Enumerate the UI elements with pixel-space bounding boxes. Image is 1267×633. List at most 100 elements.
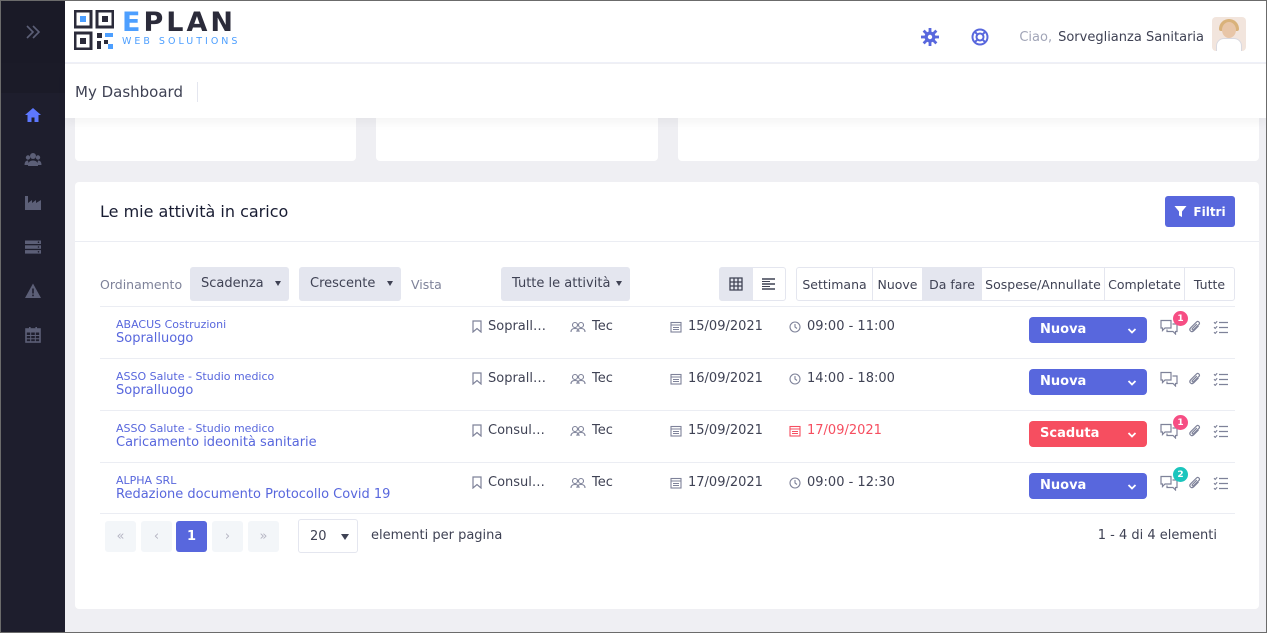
- activity-row[interactable]: ASSO Salute - Studio medico Caricamento i…: [100, 410, 1235, 462]
- activity-assignee-label: Tec: [592, 371, 613, 386]
- grid-view-button[interactable]: [720, 268, 753, 300]
- bookmark-icon: [472, 372, 482, 385]
- checklist-button[interactable]: [1211, 371, 1231, 391]
- first-page-button[interactable]: «: [105, 521, 136, 552]
- logo-wordmark: EPLAN: [122, 7, 236, 38]
- activity-date-label: 17/09/2021: [688, 475, 763, 490]
- sort-label: Ordinamento: [100, 277, 183, 292]
- messages-button[interactable]: 1: [1159, 415, 1188, 443]
- checklist-button[interactable]: [1211, 475, 1231, 495]
- sidebar-toggle-button[interactable]: [1, 1, 65, 63]
- attachments-button[interactable]: [1185, 423, 1205, 443]
- checklist-button[interactable]: [1211, 423, 1231, 443]
- current-page-button[interactable]: 1: [176, 521, 207, 552]
- status-filter-settimana[interactable]: Settimana: [797, 268, 873, 300]
- subheader: My Dashboard: [65, 64, 1266, 118]
- sidebar-item-alerts[interactable]: [1, 269, 65, 313]
- sidebar-item-industry[interactable]: [1, 181, 65, 225]
- activity-title[interactable]: Sopralluogo: [116, 331, 193, 346]
- status-filter-sospese-annullate[interactable]: Sospese/Annullate: [982, 268, 1105, 300]
- server-icon: [25, 240, 41, 254]
- activity-title[interactable]: Caricamento ideonità sanitarie: [116, 435, 317, 450]
- status-label: Scaduta: [1040, 426, 1100, 441]
- status-label: Nuova: [1040, 374, 1087, 389]
- activity-client[interactable]: ASSO Salute - Studio medico: [116, 422, 274, 435]
- checklist-icon: [1213, 424, 1229, 442]
- filter-button[interactable]: Filtri: [1165, 196, 1235, 227]
- clock-icon: [789, 372, 801, 385]
- status-filter-nuove[interactable]: Nuove: [873, 268, 923, 300]
- clock-icon: [789, 320, 801, 333]
- activity-category-label: Consulenza: [488, 475, 550, 490]
- per-page-select[interactable]: 20: [298, 519, 358, 553]
- status-filter-completate[interactable]: Completate: [1105, 268, 1185, 300]
- messages-button[interactable]: 2: [1159, 467, 1188, 495]
- chevron-right-icon: ›: [224, 529, 231, 544]
- activity-category-label: Sopralluogo: [488, 371, 550, 386]
- attachments-button[interactable]: [1185, 371, 1205, 391]
- calendar-icon: [670, 373, 682, 385]
- activity-category-label: Sopralluogo: [488, 319, 550, 334]
- calendar-icon: [670, 425, 682, 437]
- status-dropdown[interactable]: Nuova: [1029, 473, 1147, 499]
- caret-down-icon: [616, 281, 622, 286]
- support-button[interactable]: [969, 26, 991, 48]
- caret-down-icon: [387, 281, 393, 286]
- activity-title[interactable]: Redazione documento Protocollo Covid 19: [116, 487, 390, 502]
- calendar-icon: [670, 477, 682, 489]
- view-select[interactable]: Tutte le attività: [501, 267, 630, 301]
- bookmark-icon: [472, 476, 482, 489]
- sidebar-item-calendar[interactable]: [1, 313, 65, 357]
- app-logo[interactable]: EPLAN WEB SOLUTIONS: [74, 7, 241, 50]
- checklist-button[interactable]: [1211, 319, 1231, 339]
- attachments-button[interactable]: [1185, 319, 1205, 339]
- last-page-button[interactable]: »: [248, 521, 279, 552]
- sidebar-item-users[interactable]: [1, 137, 65, 181]
- page-info: 1 - 4 di 4 elementi: [1097, 528, 1217, 543]
- user-name[interactable]: Sorveglianza Sanitaria: [1058, 30, 1204, 45]
- sidebar: [1, 1, 65, 632]
- activity-row[interactable]: ASSO Salute - Studio medico Sopralluogo So…: [100, 358, 1235, 410]
- paperclip-icon: [1188, 423, 1202, 443]
- attachments-button[interactable]: [1185, 475, 1205, 495]
- sidebar-item-home[interactable]: [1, 93, 65, 137]
- status-dropdown[interactable]: Nuova: [1029, 317, 1147, 343]
- activity-category: Sopralluogo: [472, 319, 550, 334]
- settings-icon: [921, 28, 940, 46]
- activity-title[interactable]: Sopralluogo: [116, 383, 193, 398]
- activity-client[interactable]: ALPHA SRL: [116, 474, 176, 487]
- logo-subtitle: WEB SOLUTIONS: [122, 36, 241, 47]
- activity-category: Consulenza: [472, 423, 550, 438]
- activity-row[interactable]: ALPHA SRL Redazione documento Protocollo …: [100, 462, 1235, 514]
- double-chevron-left-icon: «: [116, 529, 125, 544]
- list-view-button[interactable]: [753, 268, 786, 300]
- messages-button[interactable]: 1: [1159, 311, 1188, 339]
- settings-button[interactable]: [919, 26, 941, 48]
- summary-card: [376, 118, 658, 161]
- sidebar-item-servers[interactable]: [1, 225, 65, 269]
- status-dropdown[interactable]: Scaduta: [1029, 421, 1147, 447]
- calendar-icon: [670, 321, 682, 333]
- sort-order-select[interactable]: Crescente: [299, 267, 401, 301]
- warning-icon: [25, 283, 41, 298]
- checklist-icon: [1213, 372, 1229, 390]
- users-icon: [570, 425, 586, 437]
- activity-client[interactable]: ASSO Salute - Studio medico: [116, 370, 274, 383]
- user-avatar[interactable]: [1212, 17, 1246, 51]
- status-filter-tutte[interactable]: Tutte: [1185, 268, 1234, 300]
- status-dropdown[interactable]: Nuova: [1029, 369, 1147, 395]
- activity-category: Consulenza: [472, 475, 550, 490]
- previous-page-button[interactable]: ‹: [141, 521, 172, 552]
- double-chevron-right-icon: »: [259, 529, 268, 544]
- messages-button[interactable]: [1159, 371, 1179, 391]
- chevron-down-icon: [1127, 480, 1137, 495]
- sort-field-select[interactable]: Scadenza: [190, 267, 289, 301]
- activity-date: 15/09/2021: [670, 423, 763, 438]
- users-icon: [570, 477, 586, 489]
- activity-assignee-label: Tec: [592, 475, 613, 490]
- activity-row[interactable]: ABACUS CostruzioniSopralluogoSopralluogo…: [100, 306, 1235, 358]
- next-page-button[interactable]: ›: [212, 521, 243, 552]
- activity-client[interactable]: ABACUS Costruzioni: [116, 318, 226, 331]
- greeting-text: Ciao,: [1019, 29, 1053, 45]
- status-filter-da-fare[interactable]: Da fare: [923, 268, 982, 300]
